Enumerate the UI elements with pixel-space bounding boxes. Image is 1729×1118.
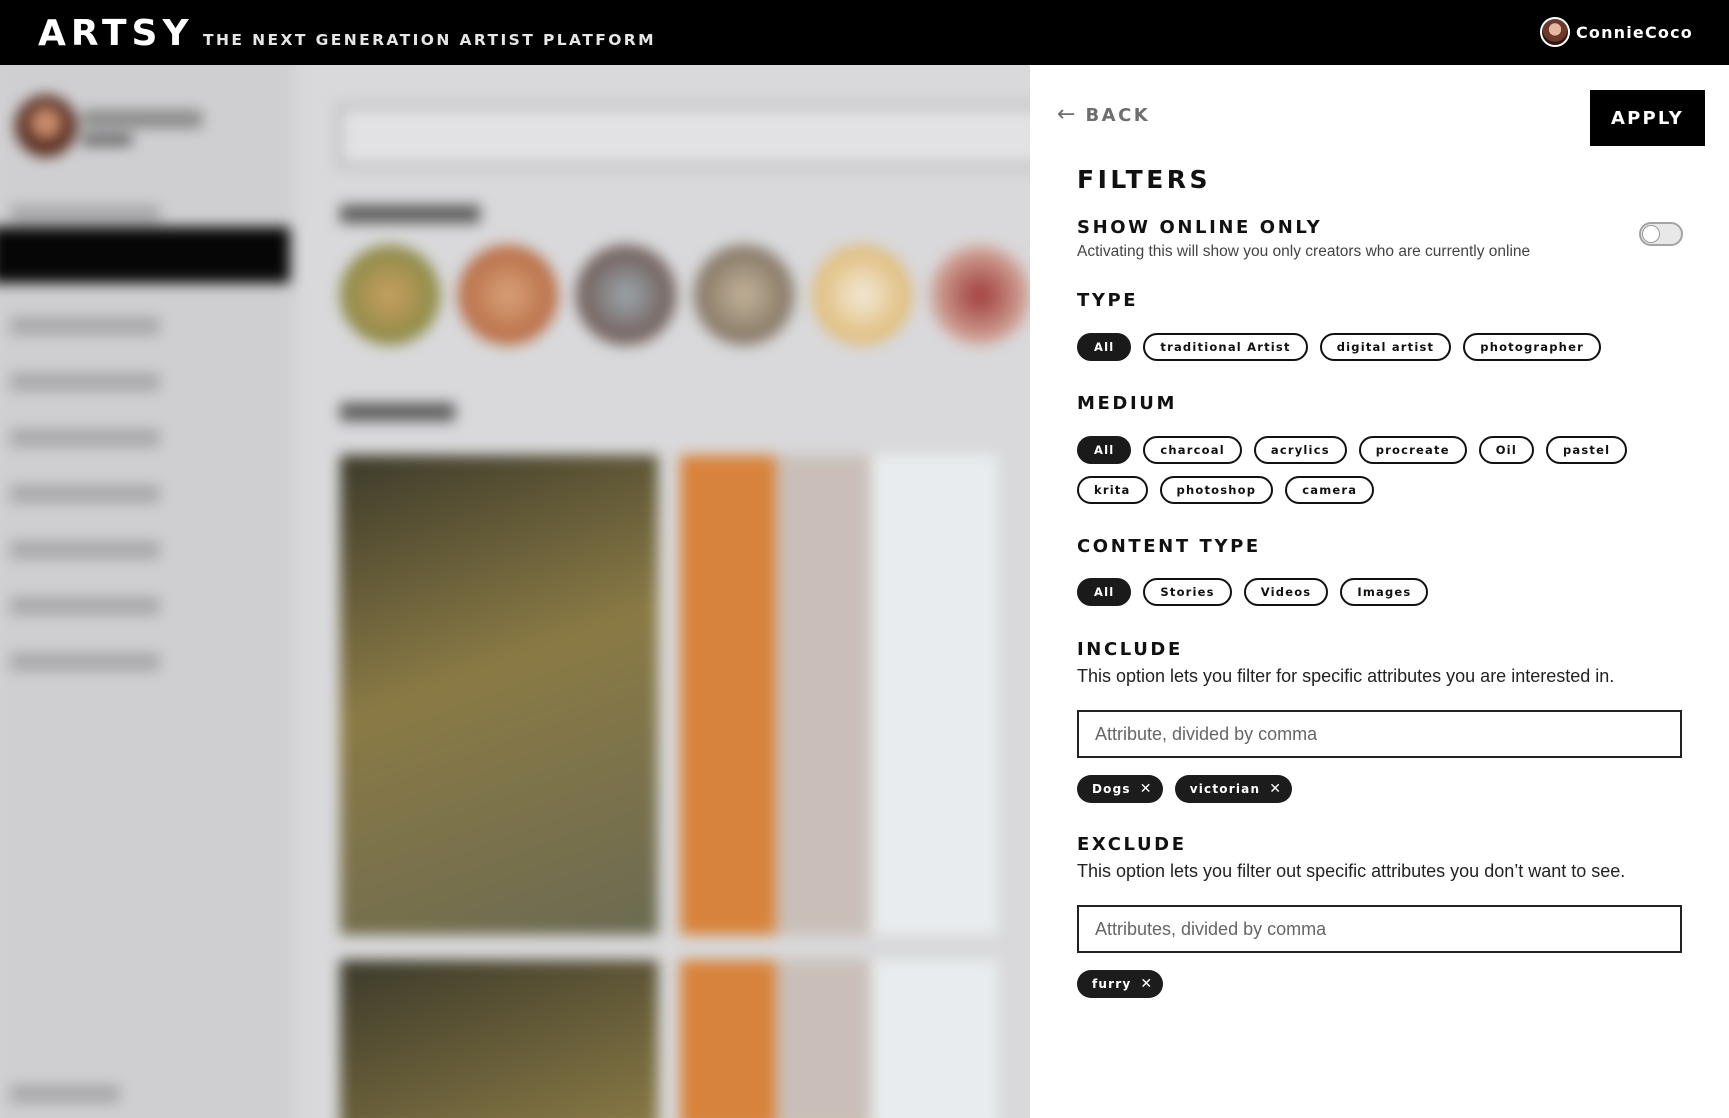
- top-bar: ARTSY THE NEXT GENERATION ARTIST PLATFOR…: [0, 0, 1729, 65]
- type-chip-photographer[interactable]: photographer: [1463, 333, 1601, 361]
- type-heading: TYPE: [1077, 290, 1139, 311]
- background-nav-item: [10, 429, 160, 447]
- online-only-heading: SHOW ONLINE ONLY: [1077, 217, 1323, 238]
- exclude-tags: furry ✕: [1077, 970, 1164, 998]
- background-nav-active: [0, 227, 290, 283]
- medium-chip-krita[interactable]: krita: [1077, 476, 1148, 504]
- type-chip-all[interactable]: All: [1077, 333, 1132, 361]
- background-card: [680, 455, 998, 935]
- medium-chip-procreate[interactable]: procreate: [1358, 436, 1467, 464]
- background-section-label: [340, 205, 480, 223]
- background-nav-item: [10, 541, 160, 559]
- type-chip-traditional-artist[interactable]: traditional Artist: [1143, 333, 1308, 361]
- include-attribute-input[interactable]: [1077, 710, 1682, 758]
- user-menu[interactable]: ConnieCoco: [1539, 17, 1693, 47]
- filters-panel: ← BACK APPLY FILTERS SHOW ONLINE ONLY Ac…: [1030, 65, 1729, 1118]
- include-tag[interactable]: Dogs ✕: [1077, 775, 1163, 803]
- blurred-background-app: [0, 65, 1030, 1118]
- include-tag-label: Dogs: [1092, 782, 1131, 796]
- exclude-tag[interactable]: furry ✕: [1077, 970, 1164, 998]
- content-type-chip-stories[interactable]: Stories: [1143, 578, 1232, 606]
- close-icon[interactable]: ✕: [1269, 781, 1282, 797]
- background-profile-name: [82, 110, 202, 128]
- medium-chip-oil[interactable]: Oil: [1478, 436, 1534, 464]
- include-tags: Dogs ✕ victorian ✕: [1077, 775, 1293, 803]
- background-nav-item: [10, 485, 160, 503]
- content-type-chip-images[interactable]: Images: [1340, 578, 1429, 606]
- avatar[interactable]: [1539, 17, 1570, 47]
- background-card: [680, 960, 998, 1118]
- background-search-bar: [338, 105, 1030, 167]
- online-only-description: Activating this will show you only creat…: [1077, 243, 1531, 260]
- arrow-left-icon: ←: [1057, 102, 1076, 127]
- background-nav-item: [10, 597, 160, 615]
- background-card: [340, 960, 658, 1118]
- background-nav-item: [10, 653, 160, 671]
- background-section-label: [340, 403, 455, 421]
- medium-chip-acrylics[interactable]: acrylics: [1253, 436, 1347, 464]
- medium-heading: MEDIUM: [1077, 393, 1177, 414]
- app-tagline: THE NEXT GENERATION ARTIST PLATFORM: [203, 31, 656, 49]
- exclude-description: This option lets you filter out specific…: [1077, 861, 1626, 881]
- type-chip-digital-artist[interactable]: digital artist: [1319, 333, 1452, 361]
- medium-chip-all[interactable]: All: [1077, 436, 1132, 464]
- online-only-toggle[interactable]: [1639, 222, 1683, 246]
- exclude-heading: EXCLUDE: [1077, 834, 1187, 855]
- close-icon[interactable]: ✕: [1140, 976, 1153, 992]
- medium-chips: All charcoal acrylics procreate Oil past…: [1077, 436, 1697, 504]
- background-story: [576, 245, 676, 345]
- content-type-chip-all[interactable]: All: [1077, 578, 1132, 606]
- back-label: BACK: [1085, 104, 1151, 126]
- medium-chip-photoshop[interactable]: photoshop: [1159, 476, 1274, 504]
- background-card: [340, 455, 658, 935]
- background-nav-item: [10, 373, 160, 391]
- close-icon[interactable]: ✕: [1140, 781, 1153, 797]
- medium-chip-camera[interactable]: camera: [1285, 476, 1375, 504]
- background-profile-avatar: [15, 95, 77, 157]
- background-story: [340, 245, 440, 345]
- content-type-heading: CONTENT TYPE: [1077, 536, 1261, 557]
- medium-chip-charcoal[interactable]: charcoal: [1143, 436, 1242, 464]
- username[interactable]: ConnieCoco: [1576, 23, 1693, 42]
- background-story: [458, 245, 558, 345]
- background-sidebar: [0, 65, 295, 1118]
- include-tag-label: victorian: [1189, 782, 1261, 796]
- background-nav-item: [10, 1085, 120, 1103]
- background-story: [812, 245, 912, 345]
- background-nav-item: [10, 317, 160, 335]
- back-button[interactable]: ← BACK: [1057, 104, 1150, 126]
- include-heading: INCLUDE: [1077, 639, 1183, 660]
- exclude-tag-label: furry: [1092, 977, 1132, 991]
- background-story: [930, 245, 1030, 345]
- blurred-content: [0, 65, 1030, 1118]
- medium-chip-pastel[interactable]: pastel: [1545, 436, 1628, 464]
- app-logo[interactable]: ARTSY: [38, 13, 194, 54]
- include-description: This option lets you filter for specific…: [1077, 666, 1615, 686]
- apply-button[interactable]: APPLY: [1590, 90, 1705, 146]
- filters-title: FILTERS: [1077, 165, 1212, 194]
- content-type-chips: All Stories Videos Images: [1077, 578, 1697, 606]
- content-type-chip-videos[interactable]: Videos: [1243, 578, 1329, 606]
- include-tag[interactable]: victorian ✕: [1174, 775, 1293, 803]
- toggle-knob: [1642, 225, 1660, 243]
- background-story: [694, 245, 794, 345]
- type-chips: All traditional Artist digital artist ph…: [1077, 333, 1697, 361]
- exclude-attribute-input[interactable]: [1077, 905, 1682, 953]
- background-nav-item: [10, 205, 160, 223]
- background-profile-badge: [82, 135, 132, 145]
